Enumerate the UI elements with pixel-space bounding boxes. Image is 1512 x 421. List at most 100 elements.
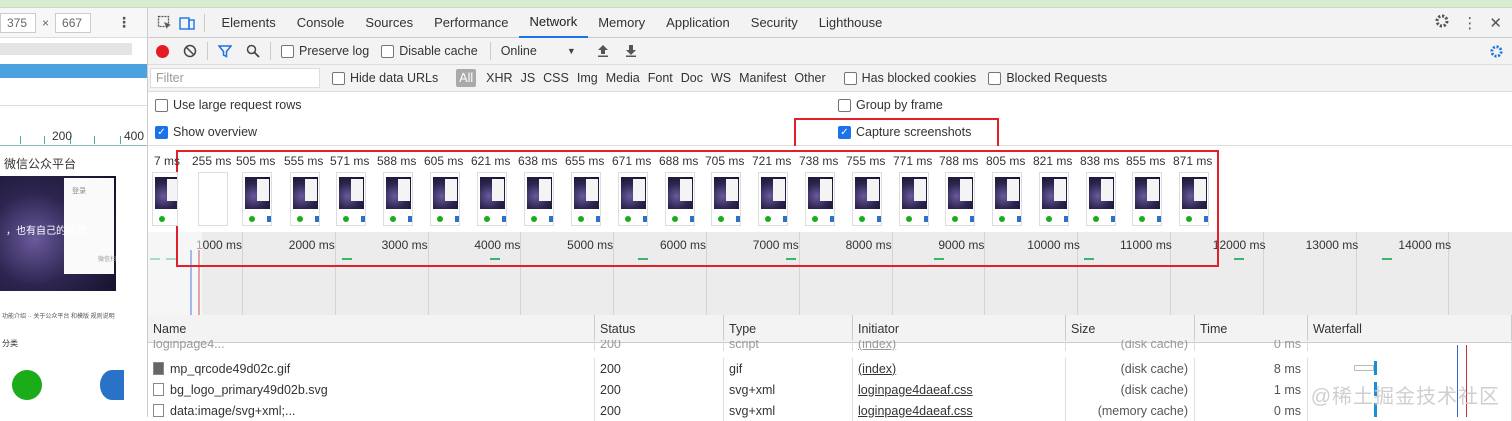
screenshot-time-label: 671 ms — [612, 154, 652, 168]
record-icon[interactable] — [156, 44, 169, 58]
screenshot-thumbnail[interactable] — [1132, 172, 1162, 226]
media-query-bar-active[interactable] — [0, 64, 147, 78]
tab-lighthouse[interactable]: Lighthouse — [808, 8, 893, 38]
type-filter-ws[interactable]: WS — [707, 71, 735, 85]
import-har-icon[interactable] — [596, 44, 610, 58]
screenshot-thumbnail[interactable] — [383, 172, 413, 226]
large-rows-checkbox[interactable]: Use large request rows — [155, 98, 302, 112]
cell-initiator[interactable]: (index) — [853, 358, 1066, 379]
tab-elements[interactable]: Elements — [211, 8, 286, 38]
table-row[interactable]: loginpage4... 200 script (index) (disk cache… — [148, 340, 1512, 361]
tab-application[interactable]: Application — [656, 8, 741, 38]
screenshot-thumbnail[interactable] — [758, 172, 788, 226]
device-width-input[interactable]: 375 — [0, 12, 36, 33]
screenshot-thumbnail[interactable] — [945, 172, 975, 226]
type-filter-font[interactable]: Font — [644, 71, 677, 85]
screenshot-thumbnail[interactable] — [477, 172, 507, 226]
tab-memory[interactable]: Memory — [588, 8, 656, 38]
cell-status: 200 — [595, 379, 724, 400]
tab-console[interactable]: Console — [286, 8, 355, 38]
screenshot-thumbnail[interactable] — [290, 172, 320, 226]
preserve-log-checkbox[interactable]: Preserve log — [281, 44, 369, 58]
network-settings-gear-icon[interactable] — [1489, 44, 1504, 62]
screenshot-thumbnail[interactable] — [899, 172, 929, 226]
screenshot-thumbnail[interactable] — [1086, 172, 1116, 226]
screenshot-thumbnail[interactable] — [1179, 172, 1209, 226]
cell-size: (memory cache) — [1066, 400, 1195, 421]
column-header-status[interactable]: Status — [595, 315, 724, 343]
column-header-type[interactable]: Type — [724, 315, 853, 343]
screenshot-thumbnail[interactable] — [152, 172, 178, 226]
screenshot-thumbnail[interactable] — [711, 172, 741, 226]
cell-text: svg+xml — [729, 403, 776, 418]
filter-icon[interactable] — [218, 44, 232, 58]
screenshot-thumbnail[interactable] — [430, 172, 460, 226]
settings-gear-icon[interactable] — [1434, 13, 1450, 33]
type-filter-manifest[interactable]: Manifest — [735, 71, 790, 85]
filter-input[interactable]: Filter — [150, 68, 320, 88]
device-menu-icon[interactable]: ⋮ — [117, 14, 131, 31]
show-overview-checkbox[interactable]: ✓ Show overview — [155, 125, 257, 139]
screenshot-thumbnail[interactable] — [336, 172, 366, 226]
export-har-icon[interactable] — [624, 44, 638, 58]
search-icon[interactable] — [246, 44, 260, 58]
screenshot-thumbnail[interactable] — [1039, 172, 1069, 226]
column-header-time[interactable]: Time — [1195, 315, 1308, 343]
preserve-log-label: Preserve log — [299, 44, 370, 58]
close-icon[interactable]: ✕ — [1489, 14, 1502, 32]
cell-text: 8 ms — [1273, 361, 1301, 376]
blocked-requests-checkbox[interactable]: Blocked Requests — [988, 71, 1107, 85]
type-filter-doc[interactable]: Doc — [677, 71, 707, 85]
hide-data-urls-checkbox[interactable]: Hide data URLs — [332, 71, 438, 85]
screenshot-time-label: 838 ms — [1080, 154, 1120, 168]
screenshot-thumbnail[interactable] — [524, 172, 554, 226]
type-filter-js[interactable]: JS — [517, 71, 540, 85]
table-row[interactable]: mp_qrcode49d02c.gif 200 gif (index) (disk ca… — [148, 358, 1512, 379]
column-header-name[interactable]: Name — [148, 315, 595, 343]
type-filter-img[interactable]: Img — [573, 71, 602, 85]
screenshot-thumbnail[interactable] — [805, 172, 835, 226]
screenshot-thumbnail[interactable] — [852, 172, 882, 226]
disable-cache-checkbox[interactable]: Disable cache — [381, 44, 478, 58]
type-filter-css[interactable]: CSS — [539, 71, 573, 85]
media-query-bar[interactable] — [0, 43, 132, 55]
cell-initiator[interactable]: loginpage4daeaf.css — [853, 379, 1066, 400]
screenshot-thumbnail[interactable] — [992, 172, 1022, 226]
screenshot-thumbnail[interactable] — [571, 172, 601, 226]
page-title: 微信公众平台 — [4, 157, 77, 171]
device-height-input[interactable]: 667 — [55, 12, 92, 33]
table-row[interactable]: data:image/svg+xml;... 200 svg+xml loginpag… — [148, 400, 1512, 421]
tab-security[interactable]: Security — [740, 8, 808, 38]
has-blocked-cookies-checkbox[interactable]: Has blocked cookies — [843, 71, 976, 85]
slogan-text: ，也有自己的品牌 — [6, 226, 86, 237]
device-toolbar-icon[interactable] — [176, 12, 198, 34]
screenshot-thumbnail[interactable] — [665, 172, 695, 226]
column-header-waterfall[interactable]: Waterfall — [1308, 315, 1512, 343]
column-header-initiator[interactable]: Initiator — [853, 315, 1066, 343]
screenshot-thumbnail[interactable] — [198, 172, 228, 226]
type-filter-xhr[interactable]: XHR — [482, 71, 516, 85]
throttling-select[interactable]: Online ▼ — [489, 42, 576, 60]
cell-waterfall — [1308, 358, 1512, 379]
inspect-element-icon[interactable] — [154, 12, 176, 34]
timeline-label: 1500 — [1491, 238, 1512, 252]
cell-name: bg_logo_primary49d02b.svg — [148, 379, 595, 400]
column-header-size[interactable]: Size — [1066, 315, 1195, 343]
tab-sources[interactable]: Sources — [355, 8, 424, 38]
blocked-requests-label: Blocked Requests — [1006, 71, 1108, 85]
screenshot-thumbnail[interactable] — [242, 172, 272, 226]
tab-performance[interactable]: Performance — [424, 8, 519, 38]
type-filter-all[interactable]: All — [456, 69, 477, 87]
cell-initiator[interactable]: (index) — [853, 340, 1066, 351]
more-options-icon[interactable]: ⋮ — [1462, 14, 1477, 32]
screenshot-thumbnail[interactable] — [618, 172, 648, 226]
type-filter-media[interactable]: Media — [602, 71, 644, 85]
screenshot-time-label: 721 ms — [752, 154, 792, 168]
network-settings-pane: Use large request rows ✓ Show overview Gr… — [148, 92, 1512, 149]
type-filter-other[interactable]: Other — [790, 71, 829, 85]
clear-icon[interactable] — [183, 44, 197, 58]
group-by-frame-checkbox[interactable]: Group by frame — [838, 98, 943, 112]
table-row[interactable]: bg_logo_primary49d02b.svg 200 svg+xml login… — [148, 379, 1512, 400]
tab-network[interactable]: Network — [519, 8, 588, 38]
cell-initiator[interactable]: loginpage4daeaf.css — [853, 400, 1066, 421]
